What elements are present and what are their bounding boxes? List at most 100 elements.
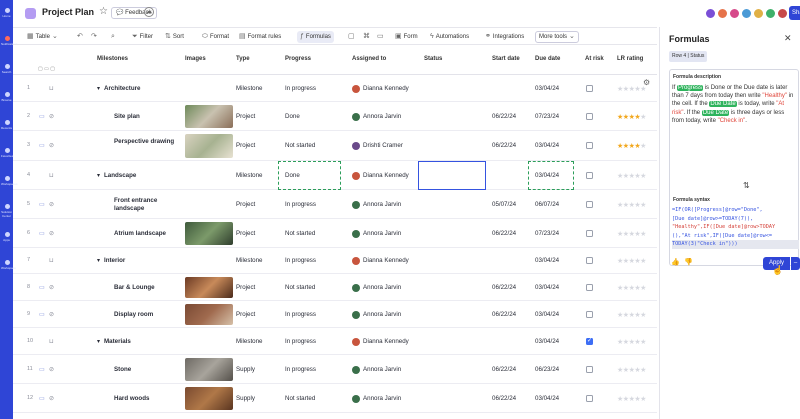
attachment-icon[interactable]: ⊘ — [49, 284, 54, 291]
task-name[interactable]: Site plan — [114, 113, 176, 120]
start-date-cell[interactable]: 06/22/24 — [492, 311, 516, 318]
comment-icon[interactable]: ▢ — [348, 31, 355, 43]
column-header-milestones[interactable]: Milestones — [97, 56, 128, 62]
attachment-icon[interactable]: ⊘ — [49, 230, 54, 237]
collapse-arrow-icon[interactable]: ▾ — [97, 338, 100, 345]
due-date-cell[interactable]: 03/04/24 — [535, 257, 559, 264]
automations-button[interactable]: ϟ Automations — [430, 31, 469, 43]
image-thumbnail[interactable] — [185, 277, 233, 298]
rating-stars[interactable]: ★★★★★ — [617, 395, 646, 403]
form-button[interactable]: ▣ Form — [395, 31, 418, 43]
assigned-to-cell[interactable]: Drishti Cramer — [363, 142, 403, 149]
at-risk-checkbox[interactable] — [586, 142, 593, 149]
star-empty-icon[interactable]: ★ — [640, 231, 646, 238]
type-cell[interactable]: Project — [236, 201, 255, 208]
start-date-cell[interactable]: 06/22/24 — [492, 284, 516, 291]
attachment-icon[interactable]: ⊔ — [49, 172, 54, 179]
star-empty-icon[interactable]: ★ — [640, 396, 646, 403]
due-date-cell[interactable]: 03/04/24 — [535, 284, 559, 291]
collaborator-avatar[interactable] — [765, 8, 776, 19]
star-empty-icon[interactable]: ★ — [640, 312, 646, 319]
star-empty-icon[interactable]: ★ — [640, 173, 646, 180]
format-button[interactable]: ⬭ Format — [202, 31, 229, 43]
progress-cell[interactable]: Not started — [285, 284, 315, 291]
swap-icon[interactable]: ⇅ — [743, 181, 750, 190]
table-row[interactable] — [13, 274, 657, 301]
progress-cell[interactable]: Done — [285, 113, 300, 120]
column-header-images[interactable]: Images — [185, 56, 206, 62]
at-risk-checkbox[interactable] — [586, 229, 593, 237]
column-header-progress[interactable]: Progress — [285, 56, 311, 62]
rating-stars[interactable]: ★★★★★ — [617, 201, 646, 209]
rating-stars[interactable]: ★★★★★ — [617, 142, 646, 150]
type-cell[interactable]: Milestone — [236, 257, 262, 264]
collaborator-avatar[interactable] — [741, 8, 752, 19]
proof-icon[interactable]: ▭ — [377, 31, 384, 43]
close-icon[interactable]: ✕ — [784, 33, 792, 44]
at-risk-checkbox[interactable] — [586, 257, 593, 264]
milestone-name[interactable]: Landscape — [104, 172, 136, 179]
task-name[interactable]: Bar & Lounge — [114, 284, 176, 291]
type-cell[interactable]: Project — [236, 230, 255, 237]
at-risk-checkbox[interactable] — [586, 200, 593, 208]
attachment-icon[interactable]: ⊘ — [49, 142, 54, 149]
image-thumbnail[interactable] — [185, 304, 233, 325]
progress-cell[interactable]: In progress — [285, 257, 316, 264]
rating-stars[interactable]: ★★★★★ — [617, 311, 646, 319]
due-date-cell[interactable]: 03/04/24 — [535, 395, 559, 402]
progress-cell[interactable]: Not started — [285, 395, 315, 402]
assigned-to-cell[interactable]: Annora Jarvin — [363, 230, 401, 237]
comment-icon[interactable]: ▭ — [39, 395, 45, 402]
due-date-cell[interactable]: 03/04/24 — [535, 311, 559, 318]
collaborator-avatar[interactable] — [705, 8, 716, 19]
star-empty-icon[interactable]: ★ — [640, 202, 646, 209]
type-cell[interactable]: Milestone — [236, 85, 262, 92]
assigned-to-cell[interactable]: Annora Jarvin — [363, 201, 401, 208]
comment-icon[interactable]: ▭ — [39, 284, 45, 291]
more-tools-button[interactable]: More tools ⌄ — [535, 31, 579, 43]
type-cell[interactable]: Supply — [236, 395, 255, 402]
image-thumbnail[interactable] — [185, 105, 233, 128]
at-risk-checkbox[interactable] — [586, 310, 593, 318]
table-row[interactable] — [13, 384, 657, 413]
assigned-to-cell[interactable]: Annora Jarvin — [363, 113, 401, 120]
column-header-assigned-to[interactable]: Assigned to — [352, 56, 386, 62]
collapse-arrow-icon[interactable]: ▾ — [97, 257, 100, 264]
star-empty-icon[interactable]: ★ — [640, 339, 646, 346]
task-name[interactable]: Hard woods — [114, 395, 176, 402]
at-risk-checkbox[interactable] — [586, 365, 593, 373]
comment-icon[interactable]: ▭ — [39, 142, 45, 149]
column-header-type[interactable]: Type — [236, 56, 250, 62]
column-header-start-date[interactable]: Start date — [492, 56, 520, 62]
column-header-due-date[interactable]: Due date — [535, 56, 560, 62]
start-date-cell[interactable]: 06/22/24 — [492, 366, 516, 373]
type-cell[interactable]: Project — [236, 142, 255, 149]
attachment-icon[interactable]: ⊔ — [49, 257, 54, 264]
task-name[interactable]: Atrium landscape — [114, 230, 176, 237]
type-cell[interactable]: Milestone — [236, 338, 262, 345]
type-cell[interactable]: Project — [236, 284, 255, 291]
task-name[interactable]: Perspective drawing — [114, 138, 176, 146]
collapse-arrow-icon[interactable]: ▾ — [97, 85, 100, 92]
at-risk-checkbox[interactable] — [586, 84, 593, 92]
rating-stars[interactable]: ★★★★★ — [617, 257, 646, 265]
progress-cell[interactable]: In progress — [285, 366, 316, 373]
attachment-icon[interactable]: ⌘ — [363, 31, 370, 43]
rating-stars[interactable]: ★★★★★ — [617, 230, 646, 238]
assigned-to-cell[interactable]: Dianna Kennedy — [363, 338, 409, 345]
star-empty-icon[interactable]: ★ — [640, 114, 646, 121]
task-name[interactable]: Display room — [114, 311, 176, 318]
thumbs-down-icon[interactable]: 👎 — [684, 258, 693, 266]
table-row[interactable] — [13, 301, 657, 328]
attachment-icon[interactable]: ⊔ — [49, 85, 54, 92]
rating-stars[interactable]: ★★★★★ — [617, 85, 646, 93]
collaborator-avatar[interactable] — [777, 8, 788, 19]
collaborator-avatar[interactable] — [729, 8, 740, 19]
star-empty-icon[interactable]: ★ — [640, 258, 646, 265]
at-risk-checkbox[interactable] — [586, 171, 593, 179]
table-row[interactable] — [13, 219, 657, 248]
column-header-lr-rating[interactable]: LR rating — [617, 56, 643, 62]
type-cell[interactable]: Supply — [236, 366, 255, 373]
attachment-icon[interactable]: ⊘ — [49, 395, 54, 402]
rating-stars[interactable]: ★★★★★ — [617, 284, 646, 292]
